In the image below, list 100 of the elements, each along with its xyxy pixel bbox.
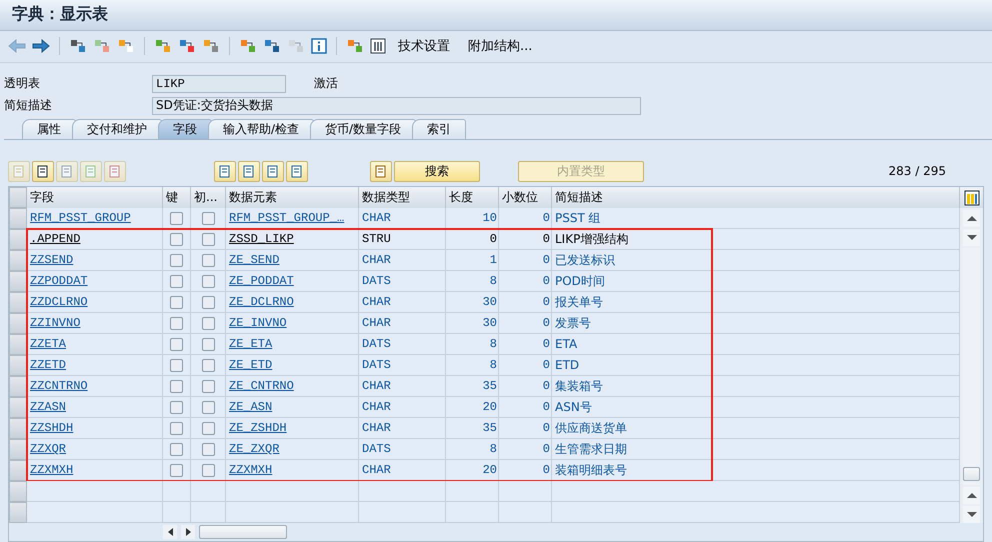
data-element-link[interactable]: ZE_INVNO bbox=[229, 316, 287, 330]
initial-value-checkbox[interactable] bbox=[202, 296, 214, 308]
scroll-left-button[interactable] bbox=[163, 525, 177, 539]
row-selector[interactable] bbox=[9, 292, 27, 313]
data-element-link[interactable]: ZE_ETA bbox=[229, 337, 272, 351]
key-checkbox[interactable] bbox=[170, 212, 183, 224]
field-name-link[interactable]: ZZDCLRNO bbox=[30, 295, 88, 309]
initial-value-checkbox[interactable] bbox=[202, 380, 214, 392]
data-element-link[interactable]: ZE_ETD bbox=[229, 358, 272, 372]
row-selector[interactable] bbox=[9, 250, 27, 271]
search-button[interactable]: 搜索 bbox=[394, 160, 480, 182]
row-selector[interactable] bbox=[9, 208, 27, 229]
key-checkbox[interactable] bbox=[170, 274, 183, 288]
column-settings-icon[interactable] bbox=[964, 190, 980, 206]
tab[interactable]: 交付和维护 bbox=[72, 119, 162, 139]
initial-value-checkbox[interactable] bbox=[202, 212, 214, 224]
row-selector[interactable] bbox=[9, 397, 27, 418]
field-name-link[interactable]: ZZXQR bbox=[30, 442, 66, 456]
row-selector[interactable] bbox=[9, 481, 27, 502]
table-name-field[interactable]: LIKP bbox=[152, 74, 286, 93]
activation-status: 激活 bbox=[314, 75, 338, 92]
scroll-right-button[interactable] bbox=[181, 525, 195, 539]
initial-value-checkbox[interactable] bbox=[202, 358, 214, 372]
toolbar-text-button[interactable]: 技术设置 bbox=[392, 37, 456, 56]
tab[interactable]: 货币/数量字段 bbox=[310, 119, 416, 139]
scroll-down-button[interactable] bbox=[963, 229, 980, 246]
key-checkbox[interactable] bbox=[170, 464, 183, 476]
row-selector[interactable] bbox=[9, 355, 27, 376]
org-chart-icon[interactable] bbox=[239, 38, 257, 54]
data-element-link[interactable]: ZE_DCLRNO bbox=[229, 295, 294, 309]
field-name-link[interactable]: ZZINVNO bbox=[30, 316, 80, 330]
initial-value-checkbox[interactable] bbox=[202, 254, 214, 266]
row-selector[interactable] bbox=[9, 439, 27, 460]
row-selector[interactable] bbox=[9, 271, 27, 292]
row-selector[interactable] bbox=[9, 334, 27, 355]
initial-value-checkbox[interactable] bbox=[202, 232, 214, 246]
window-title: 字典：显示表 bbox=[12, 4, 108, 26]
field-name-link[interactable]: ZZSHDH bbox=[30, 421, 74, 435]
tab[interactable]: 字段 bbox=[158, 119, 212, 139]
field-name-link[interactable]: ZZSEND bbox=[30, 253, 74, 267]
row-counter: 283 / 295 bbox=[888, 164, 946, 178]
data-element-link[interactable]: ZE_CNTRNO bbox=[229, 379, 294, 393]
back-arrow-icon[interactable] bbox=[8, 39, 26, 54]
key-checkbox[interactable] bbox=[170, 296, 183, 308]
data-element-link[interactable]: ZSSD_LIKP bbox=[229, 232, 294, 246]
scroll-up-button[interactable] bbox=[963, 487, 980, 504]
row-selector[interactable] bbox=[9, 313, 27, 334]
row-selector[interactable] bbox=[9, 229, 27, 250]
initial-value-checkbox[interactable] bbox=[202, 442, 214, 456]
data-element-link[interactable]: ZE_PODDAT bbox=[229, 274, 294, 288]
row-selector[interactable] bbox=[9, 376, 27, 397]
scroll-up-button[interactable] bbox=[963, 210, 980, 227]
scroll-down-button[interactable] bbox=[963, 506, 980, 523]
row-selector[interactable] bbox=[9, 418, 27, 439]
scrollbar-thumb[interactable] bbox=[199, 525, 287, 539]
field-name-link[interactable]: ZZXMXH bbox=[30, 463, 74, 477]
key-checkbox[interactable] bbox=[170, 442, 183, 456]
initial-value-checkbox[interactable] bbox=[202, 316, 214, 330]
key-checkbox[interactable] bbox=[170, 422, 183, 434]
field-name-link[interactable]: ZZETA bbox=[30, 337, 66, 351]
field-name-link[interactable]: .APPEND bbox=[30, 232, 80, 246]
columns-icon[interactable] bbox=[370, 38, 386, 54]
key-checkbox[interactable] bbox=[170, 316, 183, 330]
initial-value-checkbox[interactable] bbox=[202, 464, 214, 476]
key-checkbox[interactable] bbox=[170, 338, 183, 350]
select-all-corner[interactable] bbox=[9, 187, 27, 208]
key-checkbox[interactable] bbox=[170, 232, 183, 246]
key-checkbox[interactable] bbox=[170, 400, 183, 414]
initial-value-checkbox[interactable] bbox=[202, 274, 214, 288]
forward-arrow-icon[interactable] bbox=[32, 39, 50, 54]
tab[interactable]: 属性 bbox=[22, 119, 76, 139]
data-element-link[interactable]: ZE_ASN bbox=[229, 400, 272, 414]
copy-icon[interactable] bbox=[32, 160, 54, 182]
field-name-link[interactable]: RFM_PSST_GROUP bbox=[30, 211, 131, 225]
info-icon[interactable] bbox=[311, 38, 327, 54]
scrollbar-thumb[interactable] bbox=[963, 467, 980, 481]
row-selector[interactable] bbox=[9, 502, 27, 523]
tab[interactable]: 输入帮助/检查 bbox=[208, 119, 314, 139]
field-name-link[interactable]: ZZETD bbox=[30, 358, 66, 372]
data-element-link[interactable]: ZE_ZXQR bbox=[229, 442, 280, 456]
field-name-link[interactable]: ZZCNTRNO bbox=[30, 379, 88, 393]
initial-value-checkbox[interactable] bbox=[202, 400, 214, 414]
data-element-link[interactable]: ZZXMXH bbox=[229, 463, 272, 477]
data-element-link[interactable]: ZE_SEND bbox=[229, 253, 280, 267]
field-name-link[interactable]: ZZASN bbox=[30, 400, 66, 414]
key-checkbox[interactable] bbox=[170, 380, 183, 392]
vertical-scrollbar[interactable] bbox=[960, 208, 983, 523]
table-type-label: 透明表 bbox=[4, 75, 41, 92]
key-checkbox[interactable] bbox=[170, 358, 183, 372]
key-checkbox[interactable] bbox=[170, 254, 183, 266]
data-element-link[interactable]: ZE_ZSHDH bbox=[229, 421, 287, 435]
row-selector[interactable] bbox=[9, 460, 27, 481]
initial-value-checkbox[interactable] bbox=[202, 422, 214, 434]
field-name-link[interactable]: ZZPODDAT bbox=[30, 274, 88, 288]
initial-value-checkbox[interactable] bbox=[202, 338, 214, 350]
data-element-link[interactable]: RFM_PSST_GROUP_… bbox=[229, 211, 344, 225]
tab[interactable]: 索引 bbox=[412, 119, 466, 139]
toolbar-text-button[interactable]: 附加结构... bbox=[462, 37, 538, 56]
short-description-field[interactable]: SD凭证:交货抬头数据 bbox=[152, 96, 641, 115]
hierarchy-icon[interactable] bbox=[154, 38, 172, 54]
